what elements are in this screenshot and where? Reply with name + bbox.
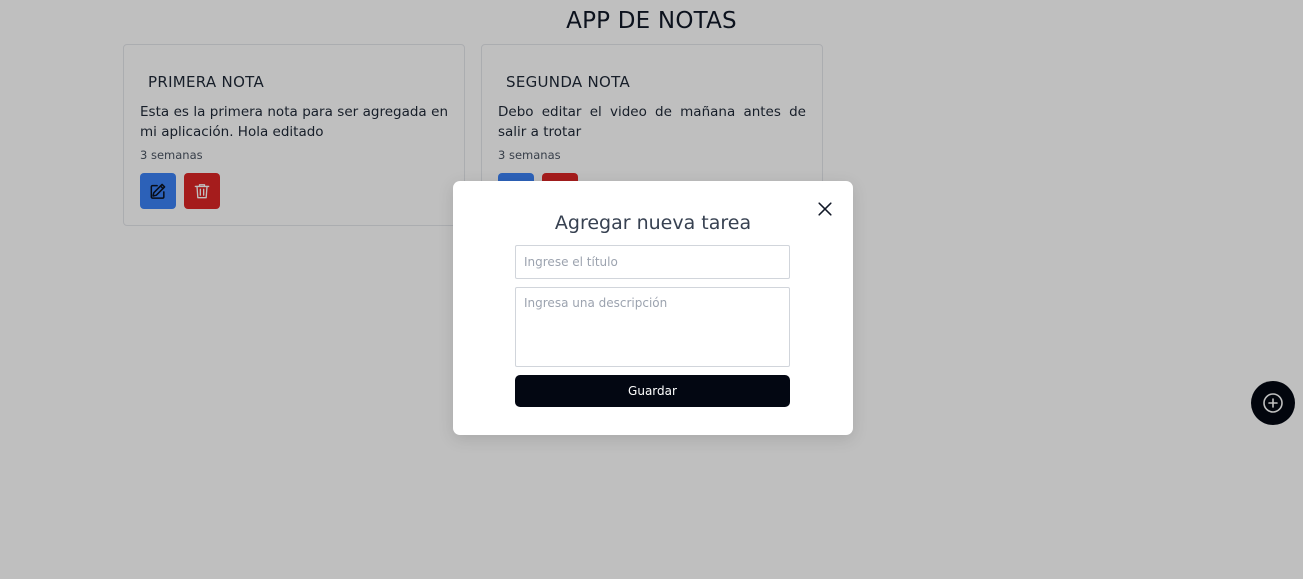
description-textarea[interactable] xyxy=(515,287,790,367)
add-task-modal: Agregar nueva tarea Guardar xyxy=(453,181,853,435)
save-button[interactable]: Guardar xyxy=(515,375,790,407)
modal-title: Agregar nueva tarea xyxy=(554,212,752,234)
title-input[interactable] xyxy=(515,245,790,279)
